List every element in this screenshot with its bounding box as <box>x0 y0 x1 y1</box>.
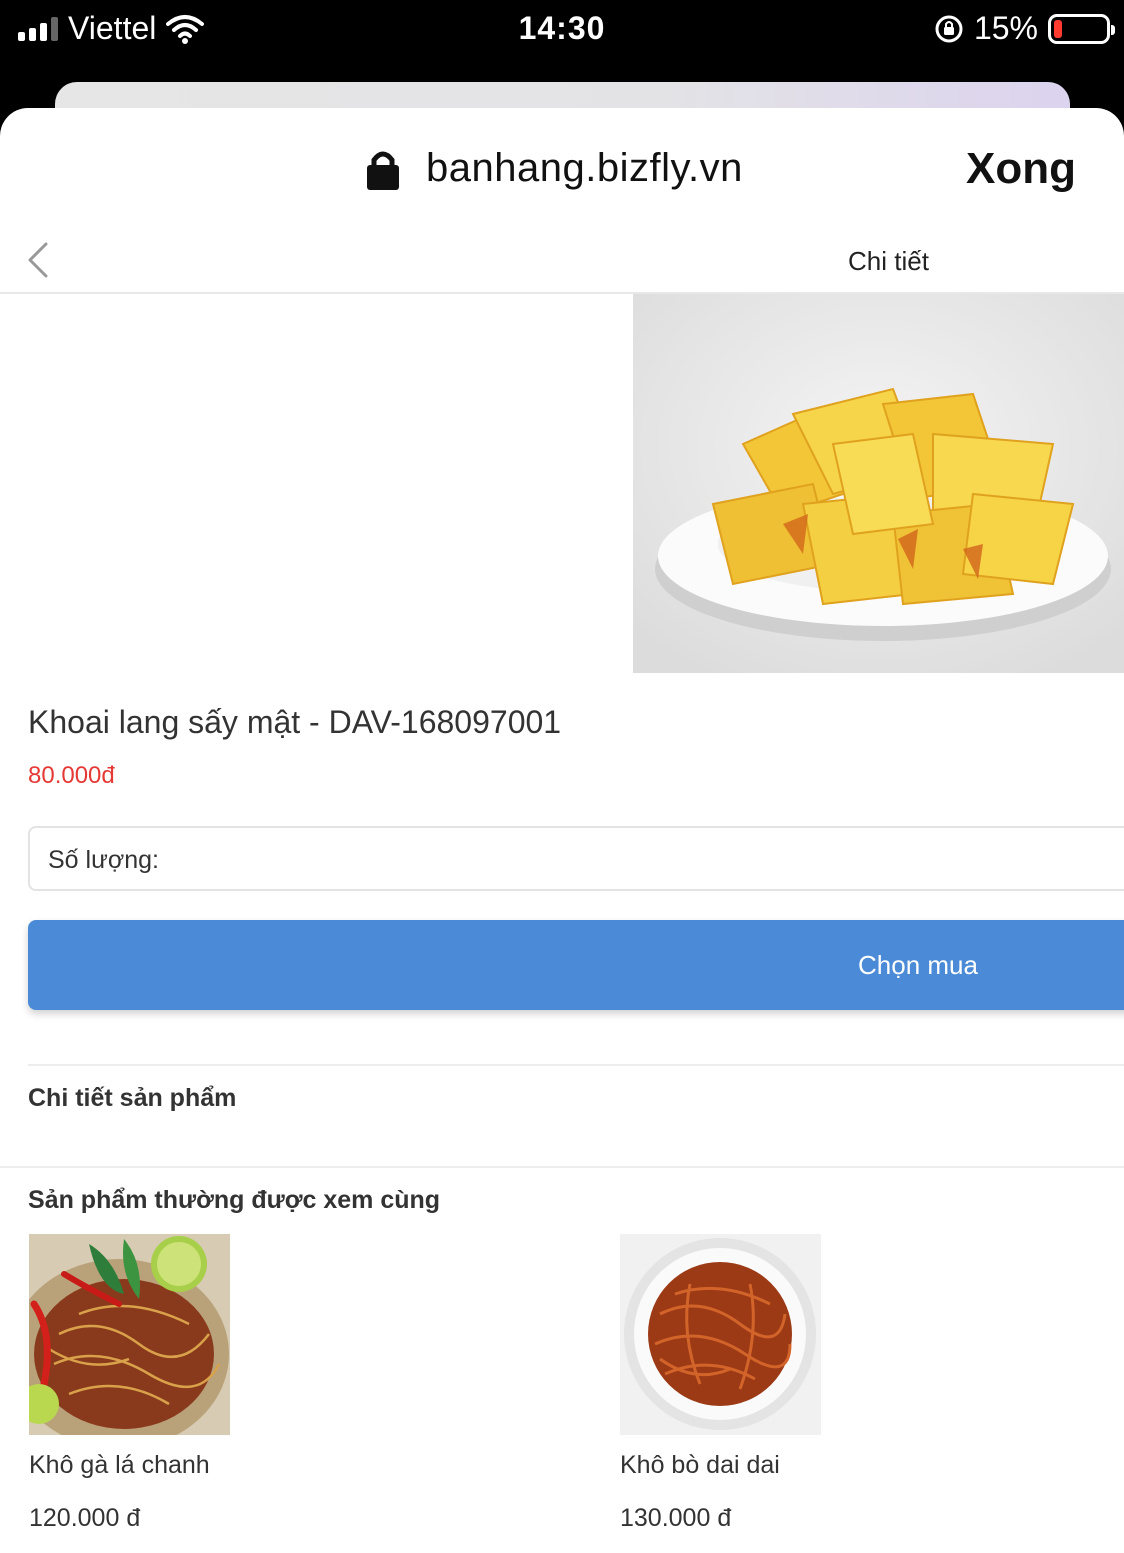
product-image[interactable] <box>633 294 1124 673</box>
done-button[interactable]: Xong <box>966 144 1076 194</box>
related-product-image[interactable] <box>620 1234 821 1435</box>
battery-icon <box>1048 13 1115 44</box>
product-name: Khoai lang sấy mật - DAV-168097001 <box>28 704 562 740</box>
url-text: banhang.bizfly.vn <box>426 146 743 190</box>
status-bar: Viettel 14:30 15% <box>0 0 1124 80</box>
padlock-icon <box>367 151 399 190</box>
product-price: 80.000đ <box>28 762 115 789</box>
page-header: Chi tiết <box>0 228 1124 294</box>
url-display[interactable]: banhang.bizfly.vn <box>366 146 743 191</box>
related-products-heading: Sản phẩm thường được xem cùng <box>28 1186 441 1214</box>
quantity-label: Số lượng: <box>48 846 159 874</box>
battery-percent: 15% <box>973 10 1038 46</box>
related-product-price: 130.000 đ <box>620 1504 732 1532</box>
rotation-lock-icon <box>935 15 963 42</box>
buy-button-label: Chọn mua <box>858 950 978 980</box>
system-status: 15% <box>934 10 1115 47</box>
divider <box>0 1166 1124 1168</box>
url-bar: banhang.bizfly.vn Xong <box>0 108 1124 228</box>
browser-sheet: banhang.bizfly.vn Xong Chi tiết Khoai la… <box>0 108 1124 1553</box>
related-product-card[interactable]: Khô gà lá chanh 120.000 đ <box>29 1234 429 1533</box>
related-product-price: 120.000 đ <box>29 1504 141 1532</box>
buy-button[interactable]: Chọn mua <box>28 920 1124 1010</box>
divider <box>28 1064 1124 1066</box>
related-product-name: Khô gà lá chanh <box>29 1451 210 1479</box>
related-product-card[interactable]: Khô bò dai dai 130.000 đ <box>620 1234 1020 1533</box>
related-product-image[interactable] <box>29 1234 230 1435</box>
page-title: Chi tiết <box>848 246 929 276</box>
quantity-field[interactable]: Số lượng: <box>28 826 1124 891</box>
related-product-name: Khô bò dai dai <box>620 1451 780 1479</box>
back-chevron-icon[interactable] <box>24 240 52 280</box>
battery-level <box>1054 19 1062 38</box>
product-details-heading[interactable]: Chi tiết sản phẩm <box>28 1084 236 1113</box>
